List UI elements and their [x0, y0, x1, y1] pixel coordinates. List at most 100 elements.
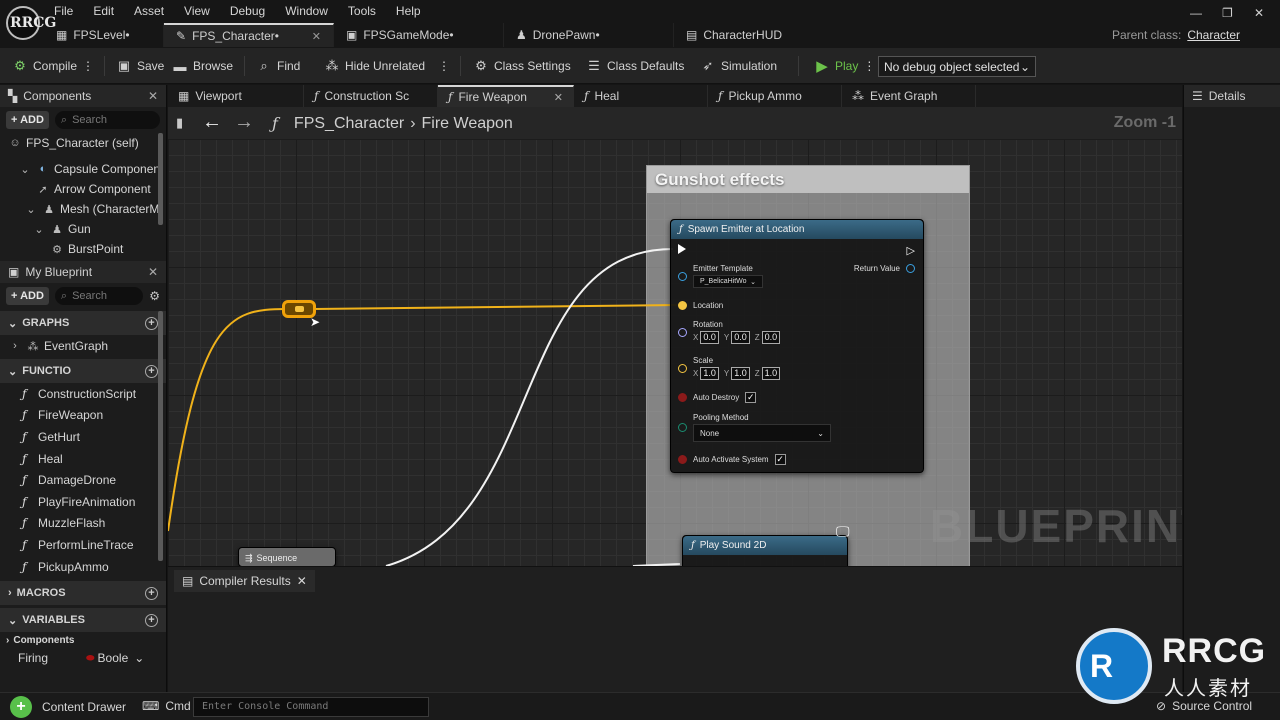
- tab-viewport[interactable]: ▦ Viewport: [168, 85, 304, 107]
- scale-y-value[interactable]: 1.0: [731, 367, 750, 380]
- node-header[interactable]: ƒ Spawn Emitter at Location: [671, 220, 923, 239]
- tab-event-graph[interactable]: ⁂ Event Graph: [842, 85, 976, 107]
- rotation-z-field[interactable]: Z 0.0: [755, 331, 781, 344]
- content-drawer-button[interactable]: + Content Drawer: [10, 696, 126, 718]
- menu-edit[interactable]: Edit: [83, 2, 124, 20]
- scale-x-field[interactable]: X 1.0: [693, 367, 719, 380]
- tab-characterhud[interactable]: ▤ CharacterHUD: [674, 23, 814, 47]
- node-header[interactable]: ⇶ Sequence: [239, 548, 335, 566]
- scale-pin[interactable]: Scale X 1.0 Y 1.0 Z 1.0: [678, 356, 781, 380]
- breadcrumb-root[interactable]: FPS_Character: [294, 115, 404, 133]
- tree-item-capsule[interactable]: ⌄ ◐ Capsule Componen: [0, 159, 166, 179]
- add-function-icon[interactable]: +: [145, 364, 158, 378]
- function-item[interactable]: ƒ PickupAmmo: [0, 556, 166, 578]
- chevron-down-icon[interactable]: ⌄: [134, 651, 144, 665]
- auto-activate-pin[interactable]: Auto Activate System ✓: [678, 454, 786, 465]
- parent-class-link[interactable]: Character: [1187, 28, 1240, 42]
- add-variable-icon[interactable]: +: [145, 613, 158, 627]
- auto-destroy-pin[interactable]: Auto Destroy ✓: [678, 392, 757, 403]
- scale-x-value[interactable]: 1.0: [700, 367, 719, 380]
- cmd-button[interactable]: ⌨ Cmd: [142, 699, 191, 713]
- close-icon[interactable]: ✕: [148, 89, 158, 103]
- breadcrumb-leaf[interactable]: Fire Weapon: [422, 115, 513, 133]
- return-value-pin[interactable]: Return Value: [854, 264, 915, 273]
- components-tab[interactable]: ▚ Components ✕: [0, 85, 166, 107]
- play-button[interactable]: ▶ Play ⋮: [814, 56, 875, 76]
- tree-item-burstpoint[interactable]: ⚙ BurstPoint: [0, 239, 166, 259]
- function-item[interactable]: ƒ GetHurt: [0, 426, 166, 448]
- minimize-icon[interactable]: —: [1190, 6, 1202, 20]
- function-item[interactable]: ƒ Heal: [0, 448, 166, 470]
- functions-section-header[interactable]: ⌄ FUNCTIO +: [0, 359, 166, 383]
- more-options-icon[interactable]: ⋮: [863, 59, 875, 73]
- close-icon[interactable]: ✕: [297, 574, 307, 588]
- gear-icon[interactable]: ⚙: [149, 289, 160, 303]
- tab-dronepawn[interactable]: ♟ DronePawn•: [504, 23, 674, 47]
- more-options-icon[interactable]: ⋮: [438, 59, 450, 73]
- scale-z-value[interactable]: 1.0: [761, 367, 781, 380]
- menu-tools[interactable]: Tools: [338, 2, 386, 20]
- expand-icon[interactable]: ⌄: [18, 163, 32, 176]
- expand-icon[interactable]: ⌄: [32, 223, 46, 236]
- variable-row-firing[interactable]: Firing ⬬ Boole ⌄: [0, 649, 166, 667]
- back-arrow-icon[interactable]: ←: [202, 111, 222, 134]
- tree-item-self[interactable]: ☺ FPS_Character (self): [0, 133, 166, 153]
- tab-pickup-ammo[interactable]: ƒ Pickup Ammo: [708, 85, 842, 107]
- function-item[interactable]: ƒ PlayFireAnimation: [0, 491, 166, 513]
- forward-arrow-icon[interactable]: →: [234, 111, 254, 134]
- menu-debug[interactable]: Debug: [220, 2, 275, 20]
- my-blueprint-scrollbar[interactable]: [158, 311, 163, 561]
- rotation-pin[interactable]: Rotation X 0.0 Y 0.0 Z 0.0: [678, 320, 781, 344]
- sequence-node[interactable]: ⇶ Sequence: [238, 547, 336, 566]
- tab-fpslevel[interactable]: ▦ FPSLevel•: [44, 23, 164, 47]
- exec-in-pin[interactable]: [678, 244, 686, 254]
- menu-help[interactable]: Help: [386, 2, 431, 20]
- tree-item-mesh[interactable]: ⌄ ♟ Mesh (CharacterM: [0, 199, 166, 219]
- menu-view[interactable]: View: [174, 2, 220, 20]
- close-tab-icon[interactable]: ✕: [554, 91, 563, 104]
- rotation-y-field[interactable]: Y 0.0: [724, 331, 750, 344]
- tab-heal[interactable]: ƒ Heal: [574, 85, 708, 107]
- rotation-x-field[interactable]: X 0.0: [693, 331, 719, 344]
- emitter-template-pin[interactable]: Emitter Template P_BelicaHitWo ⌄: [678, 264, 763, 288]
- auto-destroy-checkbox[interactable]: ✓: [745, 392, 757, 403]
- pooling-method-select[interactable]: None ⌄: [693, 424, 831, 442]
- menu-window[interactable]: Window: [275, 2, 338, 20]
- add-graph-icon[interactable]: +: [145, 316, 158, 330]
- function-item[interactable]: ƒ DamageDrone: [0, 469, 166, 491]
- my-blueprint-tab[interactable]: ▣ My Blueprint ✕: [0, 261, 166, 283]
- menu-asset[interactable]: Asset: [124, 2, 174, 20]
- tab-construction-script[interactable]: ƒ Construction Sc: [304, 85, 438, 107]
- emitter-asset-select[interactable]: P_BelicaHitWo ⌄: [693, 275, 763, 288]
- macros-section-header[interactable]: › MACROS +: [0, 581, 166, 606]
- class-settings-button[interactable]: ⚙ Class Settings: [473, 56, 571, 76]
- debug-object-select[interactable]: No debug object selected ⌄: [878, 56, 1036, 77]
- tree-item-arrow[interactable]: ➚ Arrow Component: [0, 179, 166, 199]
- rotation-x-value[interactable]: 0.0: [700, 331, 719, 344]
- bookmark-icon[interactable]: ▮: [176, 115, 183, 131]
- graph-item-eventgraph[interactable]: › ⁂ EventGraph: [0, 335, 166, 357]
- console-command-input[interactable]: Enter Console Command: [193, 697, 429, 717]
- play-sound-2d-node[interactable]: ƒ Play Sound 2D: [682, 535, 848, 566]
- hide-unrelated-button[interactable]: ⁂ Hide Unrelated ⋮: [324, 56, 451, 76]
- rotation-z-value[interactable]: 0.0: [761, 331, 781, 344]
- close-window-icon[interactable]: ✕: [1254, 6, 1264, 20]
- close-icon[interactable]: ✕: [148, 265, 158, 279]
- components-search-input[interactable]: ⌕ Search: [54, 111, 160, 129]
- pooling-method-pin[interactable]: Pooling Method None ⌄: [678, 413, 831, 442]
- variables-components-category[interactable]: › Components: [0, 632, 166, 649]
- spawn-emitter-node[interactable]: ƒ Spawn Emitter at Location ▷ Emitter Tem…: [670, 219, 924, 473]
- function-item[interactable]: ƒ ConstructionScript: [0, 383, 166, 405]
- expand-icon[interactable]: ⌄: [24, 203, 38, 216]
- class-defaults-button[interactable]: ☰ Class Defaults: [586, 56, 684, 76]
- variables-section-header[interactable]: ⌄ VARIABLES +: [0, 608, 166, 633]
- function-item[interactable]: ƒ FireWeapon: [0, 405, 166, 427]
- compile-button[interactable]: ⚙ Compile ⋮: [12, 56, 94, 76]
- simulation-button[interactable]: ➶ Simulation: [700, 56, 777, 76]
- details-tab[interactable]: ☰ Details: [1184, 85, 1280, 107]
- save-button[interactable]: ▣ Save: [116, 56, 165, 76]
- my-blueprint-search-input[interactable]: ⌕ Search: [54, 287, 144, 305]
- add-member-button[interactable]: + ADD: [6, 287, 49, 305]
- add-macro-icon[interactable]: +: [145, 586, 158, 600]
- node-header[interactable]: ƒ Play Sound 2D: [683, 536, 847, 555]
